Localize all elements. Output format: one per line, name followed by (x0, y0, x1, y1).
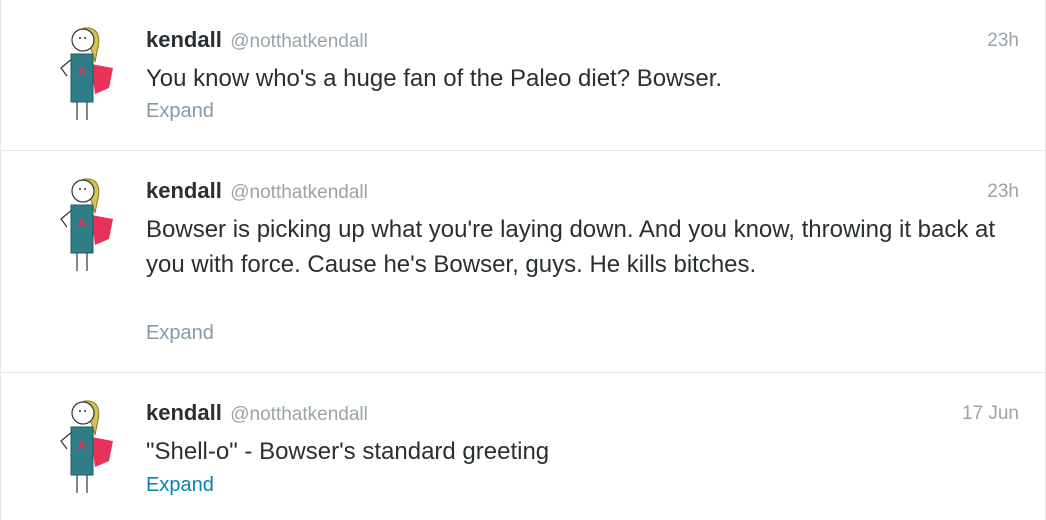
tweet-item[interactable]: A kendall @notthatkendall 17 Jun "Shell-… (1, 373, 1045, 520)
svg-text:A: A (78, 216, 87, 230)
tweet-timestamp[interactable]: 23h (987, 181, 1019, 203)
tweet-item[interactable]: A kendall @notthatkendall 23h You know w… (1, 0, 1045, 151)
avatar-icon[interactable]: A (45, 22, 117, 126)
tweet-fullname[interactable]: kendall (146, 178, 222, 203)
tweet-username[interactable]: @notthatkendall (230, 31, 368, 52)
tweet-fullname[interactable]: kendall (146, 400, 222, 425)
tweet-username[interactable]: @notthatkendall (230, 182, 368, 203)
tweet-timestamp[interactable]: 23h (987, 30, 1019, 52)
tweet-text: Bowser is picking up what you're laying … (146, 216, 996, 278)
tweet-header: kendall @notthatkendall (146, 178, 368, 208)
tweet-header: kendall @notthatkendall (146, 400, 368, 430)
tweet-header: kendall @notthatkendall (146, 27, 368, 57)
tweet-text: You know who's a huge fan of the Paleo d… (146, 65, 723, 92)
tweet-fullname[interactable]: kendall (146, 27, 222, 52)
svg-text:A: A (78, 438, 87, 452)
expand-link[interactable]: Expand (146, 322, 214, 345)
tweet-item[interactable]: A kendall @notthatkendall 23h Bowser is … (1, 151, 1045, 373)
avatar-icon[interactable]: A (45, 173, 117, 277)
expand-link[interactable]: Expand (146, 100, 214, 123)
svg-text:A: A (78, 65, 87, 79)
tweet-timeline: A kendall @notthatkendall 23h You know w… (0, 0, 1046, 520)
tweet-timestamp[interactable]: 17 Jun (962, 403, 1019, 425)
tweet-text: "Shell-o" - Bowser's standard greeting (146, 438, 550, 465)
avatar-icon[interactable]: A (45, 395, 117, 499)
tweet-username[interactable]: @notthatkendall (230, 404, 368, 425)
expand-link[interactable]: Expand (146, 474, 214, 497)
